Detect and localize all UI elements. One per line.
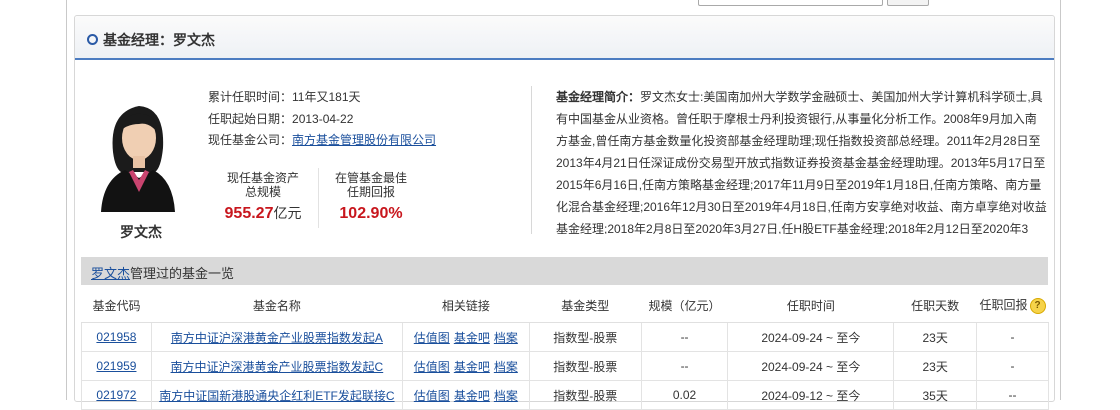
stat-label: 任期回报	[346, 185, 395, 199]
manager-bio: 基金经理简介：罗文杰女士:美国南加州大学数学金融硕士、美国加州大学计算机科学硕士…	[556, 86, 1048, 234]
stat-label: 现任基金资产	[226, 171, 299, 185]
tenure-period: 2024-09-24 ~ 至今	[727, 351, 895, 381]
table-row: 021959 南方中证沪深港黄金产业股票指数发起C 估值图 基金吧 档案 指数型-股…	[81, 351, 1049, 381]
valuation-chart-link[interactable]: 估值图	[414, 389, 450, 403]
fund-size: 0.02	[640, 380, 729, 410]
bio-text: 罗文杰女士:美国南加州大学数学金融硕士、美国加州大学计算机科学硕士,具有中国基金…	[556, 90, 1047, 234]
tenure-days: 23天	[893, 351, 978, 381]
stat-total-assets: 现任基金资产 总规模 955.27亿元	[215, 171, 311, 222]
bio-label: 基金经理简介：	[556, 90, 641, 104]
company-line: 现任基金公司：南方基金管理股份有限公司	[208, 131, 436, 148]
tenure-return: --	[976, 380, 1049, 410]
column-header: 基金代码	[81, 288, 152, 323]
start-date-line: 任职起始日期：2013-04-22	[208, 110, 353, 127]
fund-profile-link[interactable]: 档案	[494, 331, 518, 345]
manager-name-link[interactable]: 罗文杰	[91, 266, 130, 281]
stat-label: 总规模	[244, 185, 281, 199]
page-container: 基金经理：罗文杰 罗文杰 累计任职时间：11年又181天 任职起始日期：2013…	[66, 0, 1061, 410]
manager-name: 罗文杰	[120, 224, 162, 240]
column-header-return: 任职回报?	[976, 288, 1049, 323]
search-button[interactable]	[887, 0, 929, 6]
valuation-chart-link[interactable]: 估值图	[414, 331, 450, 345]
fund-forum-link[interactable]: 基金吧	[454, 331, 490, 345]
search-input[interactable]	[698, 0, 883, 6]
column-header: 相关链接	[402, 288, 530, 323]
fund-name-link[interactable]: 南方中证国新港股通央企红利ETF发起联接C	[159, 389, 394, 403]
tenure-label: 累计任职时间：	[208, 90, 293, 104]
fund-type: 指数型-股票	[528, 351, 642, 381]
fund-profile-link[interactable]: 档案	[494, 360, 518, 374]
column-header: 任职时间	[727, 288, 894, 323]
table-row: 021958 南方中证沪深港黄金产业股票指数发起A 估值图 基金吧 档案 指数型-股…	[81, 322, 1049, 352]
fund-code-link[interactable]: 021958	[96, 330, 136, 344]
fund-list-header: 罗文杰管理过的基金一览	[81, 257, 1048, 285]
panel-header: 基金经理：罗文杰	[75, 16, 1054, 60]
stat-best-return: 在管基金最佳 任期回报 102.90%	[323, 171, 419, 222]
fund-type: 指数型-股票	[528, 322, 642, 352]
column-header: 基金名称	[151, 288, 403, 323]
tenure-line: 累计任职时间：11年又181天	[208, 88, 361, 105]
fund-table: 基金代码 基金名称 相关链接 基金类型 规模（亿元） 任职时间 任职天数 任职回…	[81, 288, 1049, 410]
fund-forum-link[interactable]: 基金吧	[454, 360, 490, 374]
column-header-label: 任职回报	[979, 298, 1028, 313]
stat-unit: 亿元	[273, 205, 302, 221]
fund-code-link[interactable]: 021959	[96, 359, 136, 373]
table-header-row: 基金代码 基金名称 相关链接 基金类型 规模（亿元） 任职时间 任职天数 任职回…	[81, 288, 1049, 323]
top-search-bar	[67, 0, 1060, 10]
question-mark-icon[interactable]: ?	[1029, 297, 1046, 314]
fund-size: --	[640, 322, 729, 352]
tenure-value: 11年又181天	[292, 90, 361, 104]
tenure-return: -	[976, 351, 1049, 381]
section-divider	[531, 86, 532, 234]
stat-value: 102.90%	[339, 205, 403, 222]
fund-name-link[interactable]: 南方中证沪深港黄金产业股票指数发起A	[171, 331, 383, 345]
tenure-days: 35天	[893, 380, 978, 410]
stat-divider	[318, 168, 319, 228]
manager-photo	[99, 92, 175, 212]
fund-name-link[interactable]: 南方中证沪深港黄金产业股票指数发起C	[171, 360, 384, 374]
valuation-chart-link[interactable]: 估值图	[414, 360, 450, 374]
company-label: 现任基金公司：	[208, 133, 293, 147]
tenure-return: -	[976, 322, 1049, 352]
manager-panel: 基金经理：罗文杰 罗文杰 累计任职时间：11年又181天 任职起始日期：2013…	[74, 15, 1055, 410]
fund-forum-link[interactable]: 基金吧	[454, 389, 490, 403]
company-link[interactable]: 南方基金管理股份有限公司	[292, 133, 436, 147]
tenure-period: 2024-09-12 ~ 至今	[727, 380, 895, 410]
start-date-label: 任职起始日期：	[208, 112, 293, 126]
stat-value: 955.27	[224, 205, 274, 222]
fund-list-title: 管理过的基金一览	[130, 266, 235, 281]
fund-type: 指数型-股票	[528, 380, 642, 410]
circle-bullet-icon	[87, 34, 98, 45]
fund-profile-link[interactable]: 档案	[494, 389, 518, 403]
column-header: 任职天数	[893, 288, 977, 323]
table-row: 021972 南方中证国新港股通央企红利ETF发起联接C 估值图 基金吧 档案 指数…	[81, 380, 1049, 410]
tenure-days: 23天	[893, 322, 978, 352]
column-header: 基金类型	[529, 288, 642, 323]
panel-title: 基金经理：罗文杰	[103, 32, 215, 48]
start-date-value: 2013-04-22	[292, 112, 354, 126]
column-header: 规模（亿元）	[641, 288, 728, 323]
fund-size: --	[640, 351, 729, 381]
stat-label: 在管基金最佳	[334, 171, 407, 185]
tenure-period: 2024-09-24 ~ 至今	[727, 322, 895, 352]
